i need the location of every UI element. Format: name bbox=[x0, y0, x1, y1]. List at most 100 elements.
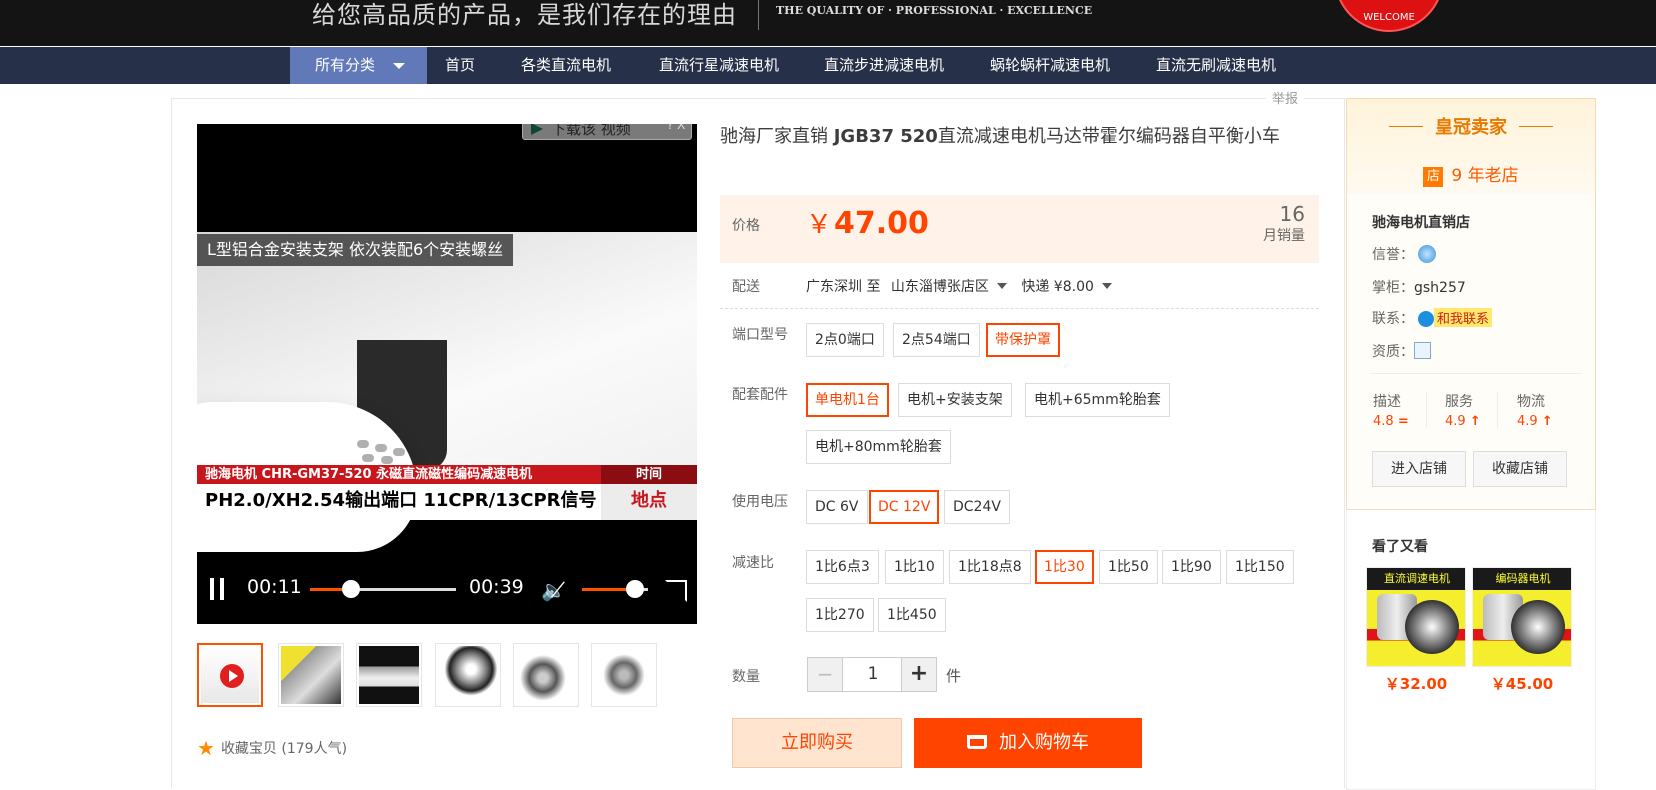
contact-seller-button[interactable]: 和我联系 bbox=[1434, 308, 1493, 327]
option-ratio-450[interactable]: 1比450 bbox=[878, 598, 946, 632]
credit-row: 信誉： bbox=[1372, 244, 1436, 264]
video-caption: L型铝合金安装支架 依次装配6个安装螺丝 bbox=[197, 234, 514, 266]
category-nav: 所有分类 首页 各类直流电机 直流行星减速电机 直流步进减速电机 蜗轮蜗杆减速电… bbox=[0, 47, 1656, 84]
favorite-shop-button[interactable]: 收藏店铺 bbox=[1473, 451, 1567, 487]
option-motor-65mm-tire[interactable]: 电机+65mm轮胎套 bbox=[1025, 383, 1170, 417]
video-time-label: 时间 bbox=[601, 465, 697, 484]
video-screw bbox=[357, 440, 369, 448]
option-ratio-90[interactable]: 1比90 bbox=[1162, 550, 1221, 584]
trend-icon: ↑ bbox=[1541, 414, 1553, 429]
seller-rank-label: 皇冠卖家 bbox=[1435, 117, 1507, 138]
nav-item-planetary[interactable]: 直流行星减速电机 bbox=[659, 47, 779, 84]
pause-icon[interactable] bbox=[210, 578, 224, 600]
cart-icon bbox=[967, 735, 987, 749]
option-single-motor[interactable]: 单电机1台 bbox=[806, 383, 889, 417]
license-icon[interactable] bbox=[1414, 342, 1431, 359]
score-service: 服务 4.9 ↑ bbox=[1445, 391, 1481, 429]
quantity-plus-button[interactable]: + bbox=[901, 658, 936, 691]
ratio-label: 减速比 bbox=[732, 555, 774, 571]
option-ratio-50[interactable]: 1比50 bbox=[1099, 550, 1158, 584]
quantity-input[interactable]: 1 bbox=[843, 658, 903, 691]
video-screw bbox=[393, 448, 405, 456]
thumbnail[interactable] bbox=[591, 643, 657, 707]
option-port-2-0[interactable]: 2点0端口 bbox=[806, 323, 884, 357]
option-motor-bracket[interactable]: 电机+安装支架 bbox=[898, 383, 1012, 417]
nav-all-categories[interactable]: 所有分类 bbox=[290, 47, 427, 84]
also-viewed-price[interactable]: ￥45.00 bbox=[1472, 673, 1572, 694]
also-viewed-item[interactable]: 编码器电机 bbox=[1472, 567, 1572, 667]
thumbnail-video[interactable] bbox=[197, 643, 263, 707]
divider bbox=[1370, 373, 1582, 374]
video-progress-handle[interactable] bbox=[341, 580, 360, 598]
shipping-label: 配送 bbox=[732, 279, 760, 295]
divider bbox=[1389, 126, 1423, 127]
favorite-item[interactable]: ★ 收藏宝贝 (179人气) bbox=[197, 736, 347, 760]
option-ratio-10[interactable]: 1比10 bbox=[885, 550, 944, 584]
nav-all-categories-label: 所有分类 bbox=[315, 56, 376, 74]
option-ratio-150[interactable]: 1比150 bbox=[1226, 550, 1294, 584]
option-dc-12v[interactable]: DC 12V bbox=[869, 490, 940, 524]
divider bbox=[1519, 126, 1553, 127]
enter-shop-button[interactable]: 进入店铺 bbox=[1372, 451, 1466, 487]
nav-item-brushless[interactable]: 直流无刷减速电机 bbox=[1156, 47, 1276, 84]
banner-divider bbox=[758, 0, 759, 30]
ship-fee-select[interactable]: 快递 ¥8.00 bbox=[1021, 279, 1122, 295]
seller-rank: 皇冠卖家 bbox=[1347, 113, 1595, 139]
option-port-2-54[interactable]: 2点54端口 bbox=[893, 323, 980, 357]
thumbnail-image bbox=[281, 646, 341, 704]
caret-down-icon bbox=[996, 283, 1007, 289]
mute-icon[interactable]: 🔈̸ bbox=[541, 578, 566, 602]
also-viewed-price[interactable]: ￥32.00 bbox=[1366, 673, 1466, 694]
welcome-seal: WELCOME bbox=[1334, 0, 1444, 32]
video-controls: 00:11 00:39 🔈̸ bbox=[197, 564, 697, 614]
thumbnail[interactable] bbox=[278, 643, 344, 707]
keeper-label: 掌柜： bbox=[1372, 280, 1414, 296]
option-ratio-270[interactable]: 1比270 bbox=[806, 598, 874, 632]
shop-icon: 店 bbox=[1423, 167, 1444, 187]
volume-handle[interactable] bbox=[625, 580, 644, 598]
also-viewed-item[interactable]: 直流调速电机 bbox=[1366, 567, 1466, 667]
option-dc-6v[interactable]: DC 6V bbox=[806, 490, 868, 524]
ship-fee-value: 快递 ¥8.00 bbox=[1021, 279, 1094, 295]
add-to-cart-button[interactable]: 加入购物车 bbox=[914, 718, 1142, 768]
report-link[interactable]: 举报 bbox=[1266, 88, 1305, 107]
quantity-minus-button[interactable]: − bbox=[808, 658, 843, 691]
video-current-time: 00:11 bbox=[247, 576, 302, 598]
shop-name[interactable]: 驰海电机直销店 bbox=[1372, 212, 1470, 232]
qualification-row: 资质： bbox=[1372, 341, 1431, 361]
thumbnail[interactable] bbox=[356, 643, 422, 707]
banner-motto: THE QUALITY OF · PROFESSIONAL · EXCELLEN… bbox=[776, 4, 1093, 17]
option-dc-24v[interactable]: DC24V bbox=[944, 490, 1010, 524]
nav-item-stepper[interactable]: 直流步进减速电机 bbox=[824, 47, 944, 84]
banner-slogan: 给您高品质的产品，是我们存在的理由 bbox=[312, 1, 737, 29]
thumbnail[interactable] bbox=[513, 643, 579, 707]
thumbnail-image bbox=[359, 646, 419, 704]
video-title-bar: 驰海电机 CHR-GM37-520 永磁直流磁性编码减速电机 时间 bbox=[197, 465, 697, 484]
nav-item-worm-gear[interactable]: 蜗轮蜗杆减速电机 bbox=[990, 47, 1110, 84]
option-motor-80mm-tire[interactable]: 电机+80mm轮胎套 bbox=[806, 430, 951, 464]
thumbnail-image bbox=[594, 646, 654, 704]
diamond-icon bbox=[1418, 245, 1436, 263]
option-port-cover[interactable]: 带保护罩 bbox=[986, 323, 1060, 357]
option-ratio-18-8[interactable]: 1比18点8 bbox=[949, 550, 1031, 584]
ship-to-select[interactable]: 山东淄博张店区 bbox=[891, 279, 1017, 295]
score-logistics: 物流 4.9 ↑ bbox=[1517, 391, 1553, 429]
keeper-row: 掌柜：gsh257 bbox=[1372, 277, 1466, 297]
nav-item-home[interactable]: 首页 bbox=[445, 47, 475, 84]
thumbnail-image bbox=[516, 646, 576, 704]
product-video-player[interactable]: L型铝合金安装支架 依次装配6个安装螺丝 驰海电机 CHR-GM37-520 永… bbox=[197, 124, 697, 624]
score-value: 4.9 bbox=[1517, 414, 1538, 429]
thumbnail[interactable] bbox=[435, 643, 501, 707]
favorite-label: 收藏宝贝 bbox=[220, 741, 277, 757]
keeper-name[interactable]: gsh257 bbox=[1414, 280, 1466, 296]
option-ratio-30[interactable]: 1比30 bbox=[1035, 550, 1094, 584]
download-close-icon[interactable]: ? X bbox=[667, 124, 685, 132]
option-ratio-6-3[interactable]: 1比6点3 bbox=[806, 550, 879, 584]
nav-item-dc-motors[interactable]: 各类直流电机 bbox=[521, 47, 611, 84]
divider bbox=[1426, 392, 1427, 428]
divider bbox=[720, 308, 1319, 309]
fullscreen-icon[interactable] bbox=[665, 580, 687, 602]
trend-icon: = bbox=[1397, 414, 1409, 429]
chat-icon bbox=[1418, 311, 1434, 327]
buy-now-button[interactable]: 立即购买 bbox=[732, 718, 902, 768]
